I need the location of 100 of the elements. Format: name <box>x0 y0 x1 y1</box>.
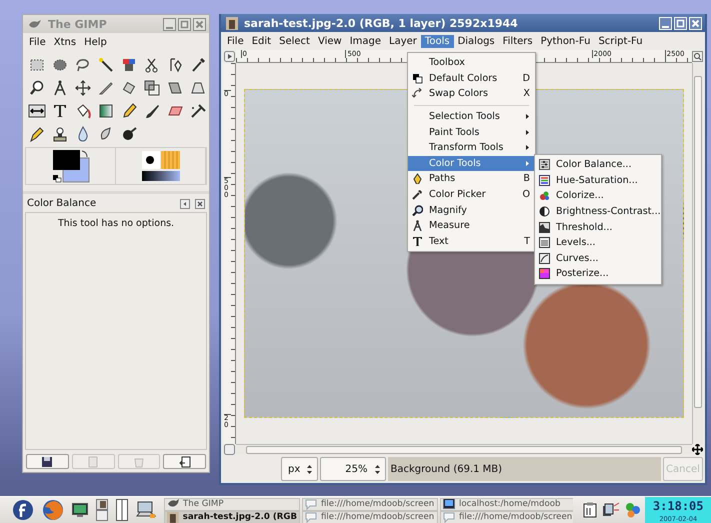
menu-item[interactable]: Levels... <box>535 234 661 251</box>
task-button[interactable]: localhost:/home/mdoob <box>440 498 574 510</box>
gimp-logo-icon <box>167 498 179 510</box>
shapes-icon[interactable] <box>625 502 642 518</box>
menu-item[interactable]: Hue-Saturation... <box>535 172 661 188</box>
task-button[interactable]: The GIMP <box>164 498 300 510</box>
wand-icon[interactable] <box>96 56 114 74</box>
menu-item[interactable]: Selection Tools <box>408 108 535 124</box>
menu-item[interactable]: Default Colors D <box>408 70 535 86</box>
gimp-image-icon <box>226 16 238 30</box>
menu-item[interactable]: View <box>314 35 346 48</box>
maximize-icon[interactable] <box>178 18 191 30</box>
menu-item[interactable]: Script-Fu <box>594 35 647 48</box>
menu-item[interactable]: Colorize... <box>535 188 661 204</box>
sliders-icon <box>539 159 550 170</box>
menu-item[interactable]: Color Balance... <box>535 157 661 173</box>
move-arrows-icon[interactable] <box>74 78 92 96</box>
menu-item[interactable]: Color Tools <box>408 156 535 172</box>
menu-item[interactable]: Paint Tools <box>408 124 535 140</box>
menu-item[interactable]: Brightness-Contrast... <box>535 204 661 220</box>
task-button[interactable]: sarah-test.jpg-2.0 (RGB <box>164 510 300 522</box>
compass-icon <box>412 220 423 232</box>
menu-item[interactable]: Toolbox <box>408 55 535 71</box>
f-logo-icon[interactable] <box>12 499 34 521</box>
pager-icon[interactable] <box>96 499 108 521</box>
menu-item[interactable]: File <box>25 36 50 49</box>
zoom-dropdown[interactable]: 25% <box>320 457 386 481</box>
colored-dots-icon <box>539 190 550 202</box>
task-button[interactable]: file:///home/mdoob/screen <box>302 510 438 522</box>
menu-item[interactable]: Curves... <box>535 250 661 266</box>
menu-item[interactable]: Dialogs <box>454 35 499 48</box>
quick-mask-toggle-icon[interactable] <box>224 51 235 62</box>
monitor-icon[interactable] <box>72 503 88 517</box>
move-arrows-icon[interactable] <box>692 444 703 455</box>
menu-item[interactable]: File <box>223 35 248 48</box>
menu-item[interactable]: Text T <box>408 234 535 250</box>
panel-message: This tool has no options. <box>56 217 176 229</box>
magnifier-icon <box>412 204 423 216</box>
stamp-icon[interactable] <box>50 124 68 142</box>
brush-pattern-gradient-icon[interactable] <box>140 150 180 182</box>
menu-item[interactable]: Magnify <box>408 202 535 218</box>
spinner-arrows-icon <box>306 464 314 474</box>
panel-title: Color Balance <box>27 198 98 209</box>
menu-item[interactable]: Layer <box>385 35 421 48</box>
menu-item[interactable]: Paths B <box>408 171 535 187</box>
menu-item[interactable]: Edit <box>248 35 276 48</box>
posterize-icon <box>539 268 550 280</box>
speech-bubble-icon <box>305 498 317 510</box>
menu-item[interactable]: Threshold... <box>535 219 661 235</box>
document-icon <box>87 456 100 468</box>
dock-button[interactable] <box>163 454 206 469</box>
window-title: sarah-test.jpg-2.0 (RGB, 1 layer) 2592x1944 <box>244 16 519 30</box>
half-circle-icon <box>539 206 550 218</box>
computer-icon[interactable] <box>136 500 156 520</box>
menu-item[interactable]: Tools <box>420 35 454 48</box>
foreground-background-colors-icon[interactable] <box>50 149 90 183</box>
dock-button[interactable] <box>26 454 69 469</box>
pen-nib-icon <box>412 173 423 184</box>
close-icon[interactable] <box>195 198 205 208</box>
eyedropper-icon <box>412 189 423 200</box>
threshold-icon <box>539 222 550 233</box>
scrollbar-thumb[interactable] <box>694 76 702 408</box>
curve-icon <box>539 252 550 264</box>
terminal-icon <box>443 498 455 510</box>
task-button[interactable]: file:///home/mdoob/screen <box>440 510 574 522</box>
menu-item[interactable]: Xtns <box>50 36 80 49</box>
zoom-lock-icon[interactable] <box>692 51 703 62</box>
default-colors-icon <box>412 72 423 84</box>
clipboard-icon[interactable] <box>583 502 598 518</box>
speech-bubble-icon <box>305 512 317 522</box>
clock-time: 3:18:05 <box>652 498 704 515</box>
close-icon[interactable] <box>193 18 206 30</box>
scrollbar-thumb[interactable] <box>246 446 682 454</box>
menu-item[interactable]: Transform Tools <box>408 140 535 156</box>
fox-globe-icon[interactable] <box>42 499 64 521</box>
color-sliders-icon <box>539 174 550 186</box>
gimp-logo-icon <box>28 19 42 29</box>
menu-item[interactable]: Color Picker O <box>408 186 535 202</box>
scale-square-icon[interactable] <box>142 78 160 96</box>
pager-icon[interactable] <box>116 499 128 521</box>
network-icon[interactable] <box>602 502 620 518</box>
flip-arrows-icon[interactable] <box>28 102 46 120</box>
trash-can-icon <box>132 456 145 468</box>
minimize-icon[interactable] <box>163 18 176 30</box>
navigate-icon[interactable] <box>224 444 235 455</box>
panel-menu-icon[interactable] <box>180 198 190 208</box>
menu-item[interactable]: Measure <box>408 218 535 234</box>
ink-pen-icon[interactable] <box>28 124 46 142</box>
menu-item[interactable]: Swap Colors X <box>408 86 535 102</box>
status-message: Background (69.1 MB) <box>388 457 661 481</box>
menu-item[interactable]: Select <box>275 35 314 48</box>
menu-item[interactable]: Image <box>346 35 386 48</box>
menu-item[interactable]: Posterize... <box>535 266 661 282</box>
magnifier-icon[interactable] <box>28 78 46 96</box>
unit-dropdown[interactable]: px <box>281 457 318 481</box>
task-button[interactable]: file:///home/mdoob/screen <box>302 498 438 510</box>
gradient-square-icon[interactable] <box>96 102 114 120</box>
menu-item[interactable]: Help <box>80 36 111 49</box>
menu-item[interactable]: Filters <box>498 35 537 48</box>
menu-item[interactable]: Python-Fu <box>536 35 594 48</box>
